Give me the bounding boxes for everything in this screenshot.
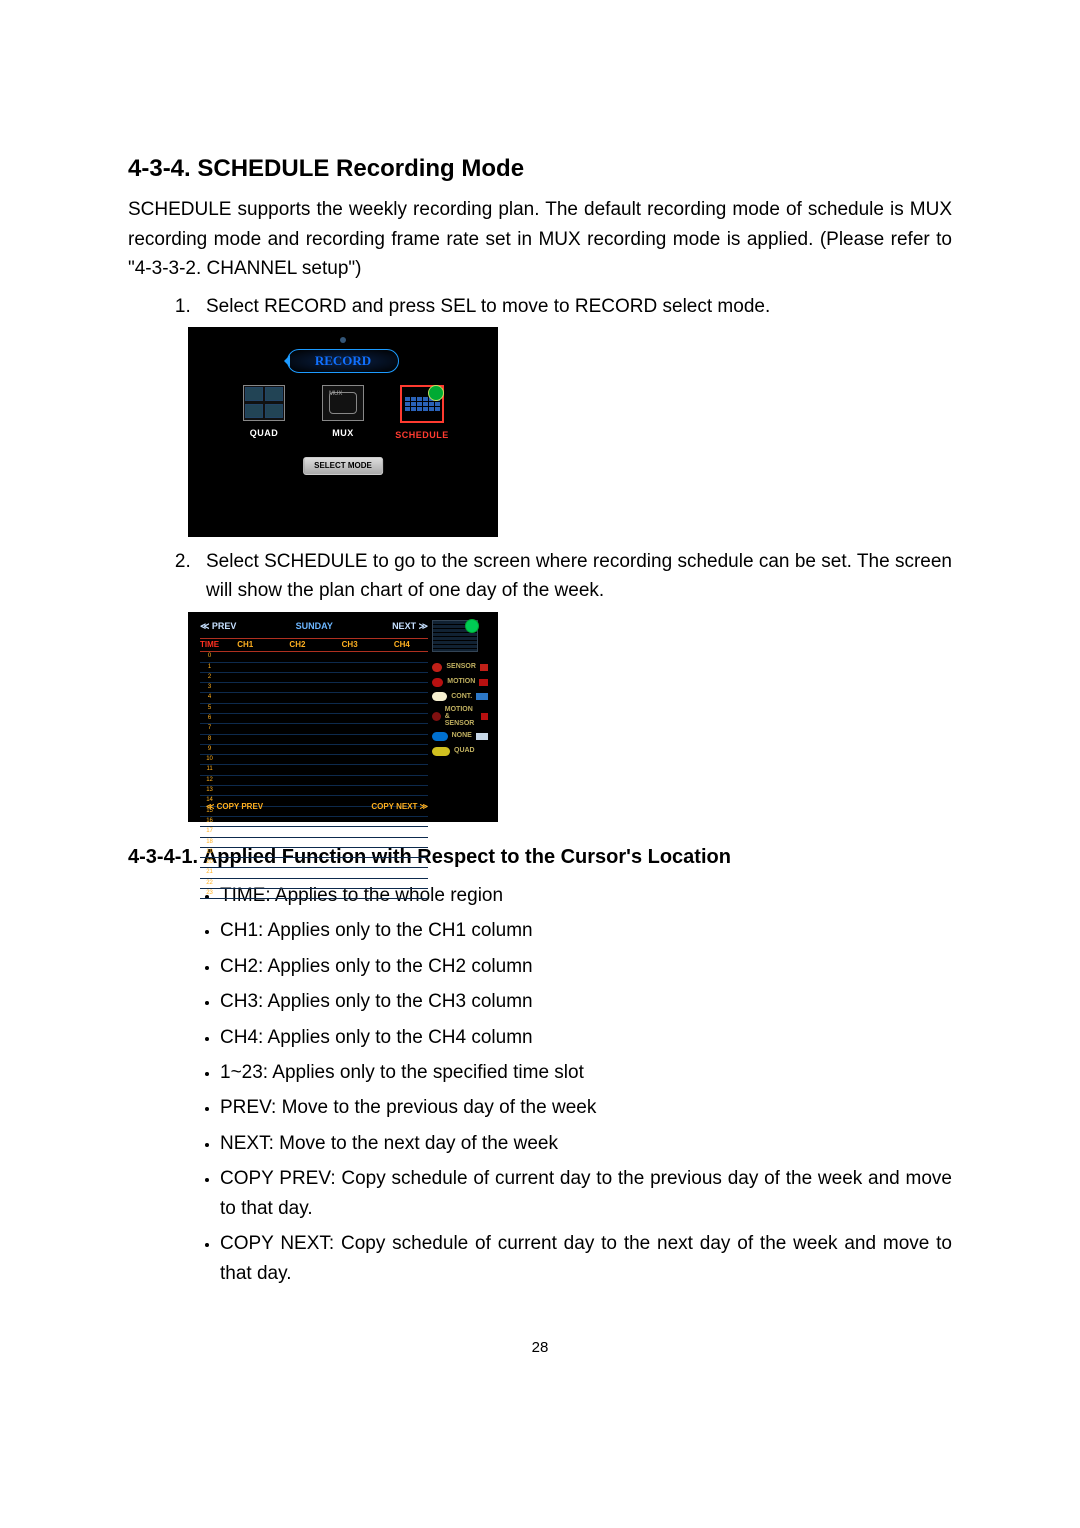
- motion-legend-label: MOTION: [447, 677, 475, 688]
- col-ch3: CH3: [324, 638, 376, 651]
- none-legend-label: NONE: [452, 731, 472, 742]
- legend-quad: QUAD: [432, 746, 488, 757]
- mux-icon: [322, 385, 364, 421]
- page-number: 28: [128, 1336, 952, 1359]
- step-2: Select SCHEDULE to go to the screen wher…: [196, 547, 952, 606]
- dot-icon: [340, 337, 346, 343]
- mux-label: MUX: [316, 427, 370, 441]
- copy-prev-label: ≪ COPY PREV: [206, 801, 263, 813]
- next-label: NEXT ≫: [392, 620, 428, 634]
- day-label: SUNDAY: [296, 620, 333, 634]
- sensor-legend-label: SENSOR: [446, 662, 476, 673]
- section-heading: 4-3-4. SCHEDULE Recording Mode: [128, 150, 952, 187]
- motion-pill-icon: [432, 678, 443, 687]
- figure-schedule-chart: ≪ PREV SUNDAY NEXT ≫ TIME CH1 CH2 CH3 CH…: [188, 612, 952, 822]
- schedule-table: TIME CH1 CH2 CH3 CH4 0123456789101112131…: [200, 638, 428, 900]
- select-mode-button: SELECT MODE: [303, 457, 383, 475]
- legend-sensor: SENSOR: [432, 662, 488, 673]
- copy-next-label: COPY NEXT ≫: [371, 801, 428, 813]
- quad-label: QUAD: [237, 427, 291, 441]
- figure-record-select: RECORD QUAD MUX SCHEDULE SELECT MODE: [188, 327, 952, 537]
- schedule-icon: [400, 385, 444, 423]
- sensor-pill-icon: [432, 663, 442, 672]
- bullet-timeslot: 1~23: Applies only to the specified time…: [220, 1058, 952, 1087]
- col-ch2: CH2: [271, 638, 323, 651]
- bullet-copy-prev: COPY PREV: Copy schedule of current day …: [220, 1164, 952, 1223]
- bullet-next: NEXT: Move to the next day of the week: [220, 1129, 952, 1158]
- record-banner: RECORD: [287, 349, 399, 373]
- motion-sensor-swatch: [481, 713, 488, 720]
- mode-mux: MUX: [316, 385, 370, 443]
- cont-swatch: [476, 693, 488, 700]
- none-swatch: [476, 733, 488, 740]
- legend-motion: MOTION: [432, 677, 488, 688]
- legend-cont: CONT.: [432, 692, 488, 703]
- cont-legend-label: CONT.: [451, 692, 472, 703]
- col-time: TIME: [200, 638, 219, 651]
- quad-legend-label: QUAD: [454, 746, 475, 757]
- bullet-ch4: CH4: Applies only to the CH4 column: [220, 1023, 952, 1052]
- col-ch4: CH4: [376, 638, 428, 651]
- clock-icon: [428, 385, 444, 401]
- mode-quad: QUAD: [237, 385, 291, 443]
- bullet-list: TIME: Applies to the whole region CH1: A…: [128, 881, 952, 1288]
- legend-motion-sensor: MOTION & SENSOR: [432, 706, 488, 727]
- steps-list-cont: Select SCHEDULE to go to the screen wher…: [128, 547, 952, 606]
- steps-list: Select RECORD and press SEL to move to R…: [128, 292, 952, 321]
- quad-icon: [243, 385, 285, 421]
- motion-swatch: [479, 679, 488, 686]
- schedule-label: SCHEDULE: [395, 429, 449, 443]
- col-ch1: CH1: [219, 638, 271, 651]
- mode-schedule: SCHEDULE: [395, 385, 449, 443]
- legend-none: NONE: [432, 731, 488, 742]
- bullet-copy-next: COPY NEXT: Copy schedule of current day …: [220, 1229, 952, 1288]
- bullet-ch2: CH2: Applies only to the CH2 column: [220, 952, 952, 981]
- none-pill-icon: [432, 732, 448, 741]
- motion-sensor-legend-label: MOTION & SENSOR: [445, 706, 477, 727]
- intro-paragraph: SCHEDULE supports the weekly recording p…: [128, 195, 952, 283]
- cont-pill-icon: [432, 692, 447, 701]
- step-1: Select RECORD and press SEL to move to R…: [196, 292, 952, 321]
- quad-pill-icon: [432, 747, 450, 756]
- sensor-swatch: [480, 664, 488, 671]
- motion-sensor-pill-icon: [432, 712, 441, 721]
- bullet-prev: PREV: Move to the previous day of the we…: [220, 1093, 952, 1122]
- bullet-ch1: CH1: Applies only to the CH1 column: [220, 916, 952, 945]
- prev-label: ≪ PREV: [200, 620, 236, 634]
- calendar-mini-icon: [432, 620, 478, 652]
- bullet-ch3: CH3: Applies only to the CH3 column: [220, 987, 952, 1016]
